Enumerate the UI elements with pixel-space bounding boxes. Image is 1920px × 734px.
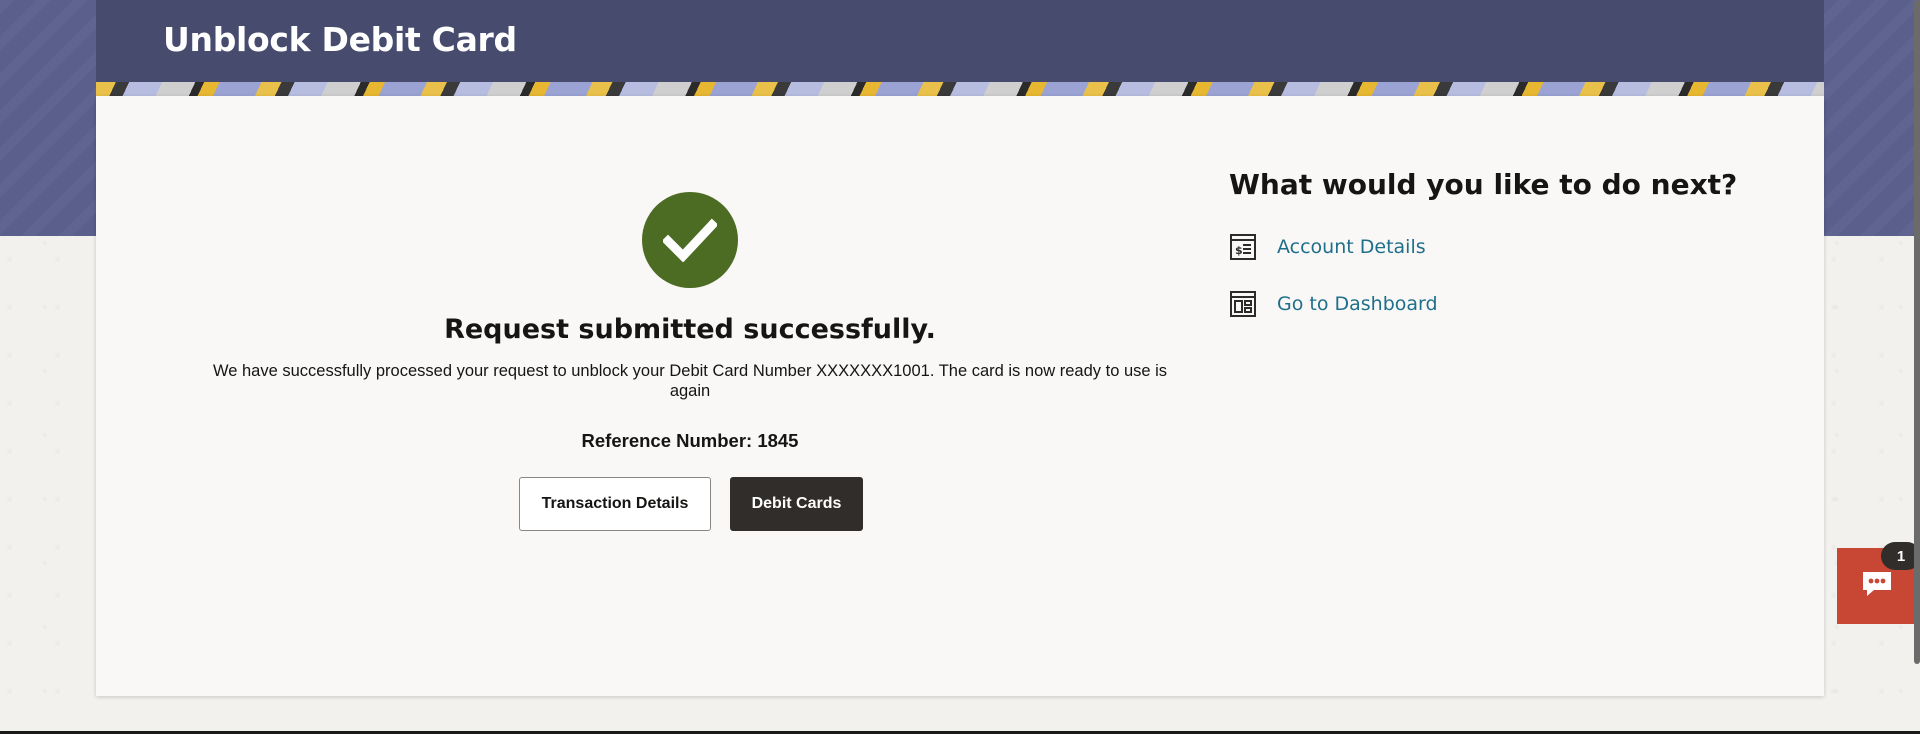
vertical-scrollbar[interactable] (1914, 0, 1920, 664)
success-heading: Request submitted successfully. (444, 314, 936, 345)
success-message: We have successfully processed your requ… (212, 362, 1168, 400)
decorative-banner-strip (96, 82, 1824, 96)
account-details-link[interactable]: $ Account Details (1229, 232, 1426, 262)
page-header: Unblock Debit Card (96, 0, 1824, 82)
account-details-icon: $ (1229, 233, 1257, 261)
account-details-label: Account Details (1277, 236, 1426, 258)
chat-bubble-icon (1860, 569, 1894, 603)
reference-number: Reference Number: 1845 (581, 430, 799, 451)
next-steps-heading: What would you like to do next? (1229, 168, 1738, 201)
confirmation-card: Request submitted successfully. We have … (96, 96, 1824, 696)
go-to-dashboard-label: Go to Dashboard (1277, 293, 1438, 315)
transaction-details-button[interactable]: Transaction Details (519, 477, 711, 531)
success-check-icon (642, 192, 738, 288)
svg-text:$: $ (1235, 244, 1243, 257)
dashboard-icon (1229, 290, 1257, 318)
go-to-dashboard-link[interactable]: Go to Dashboard (1229, 289, 1438, 319)
debit-cards-button[interactable]: Debit Cards (730, 477, 863, 531)
page-title: Unblock Debit Card (163, 20, 517, 59)
